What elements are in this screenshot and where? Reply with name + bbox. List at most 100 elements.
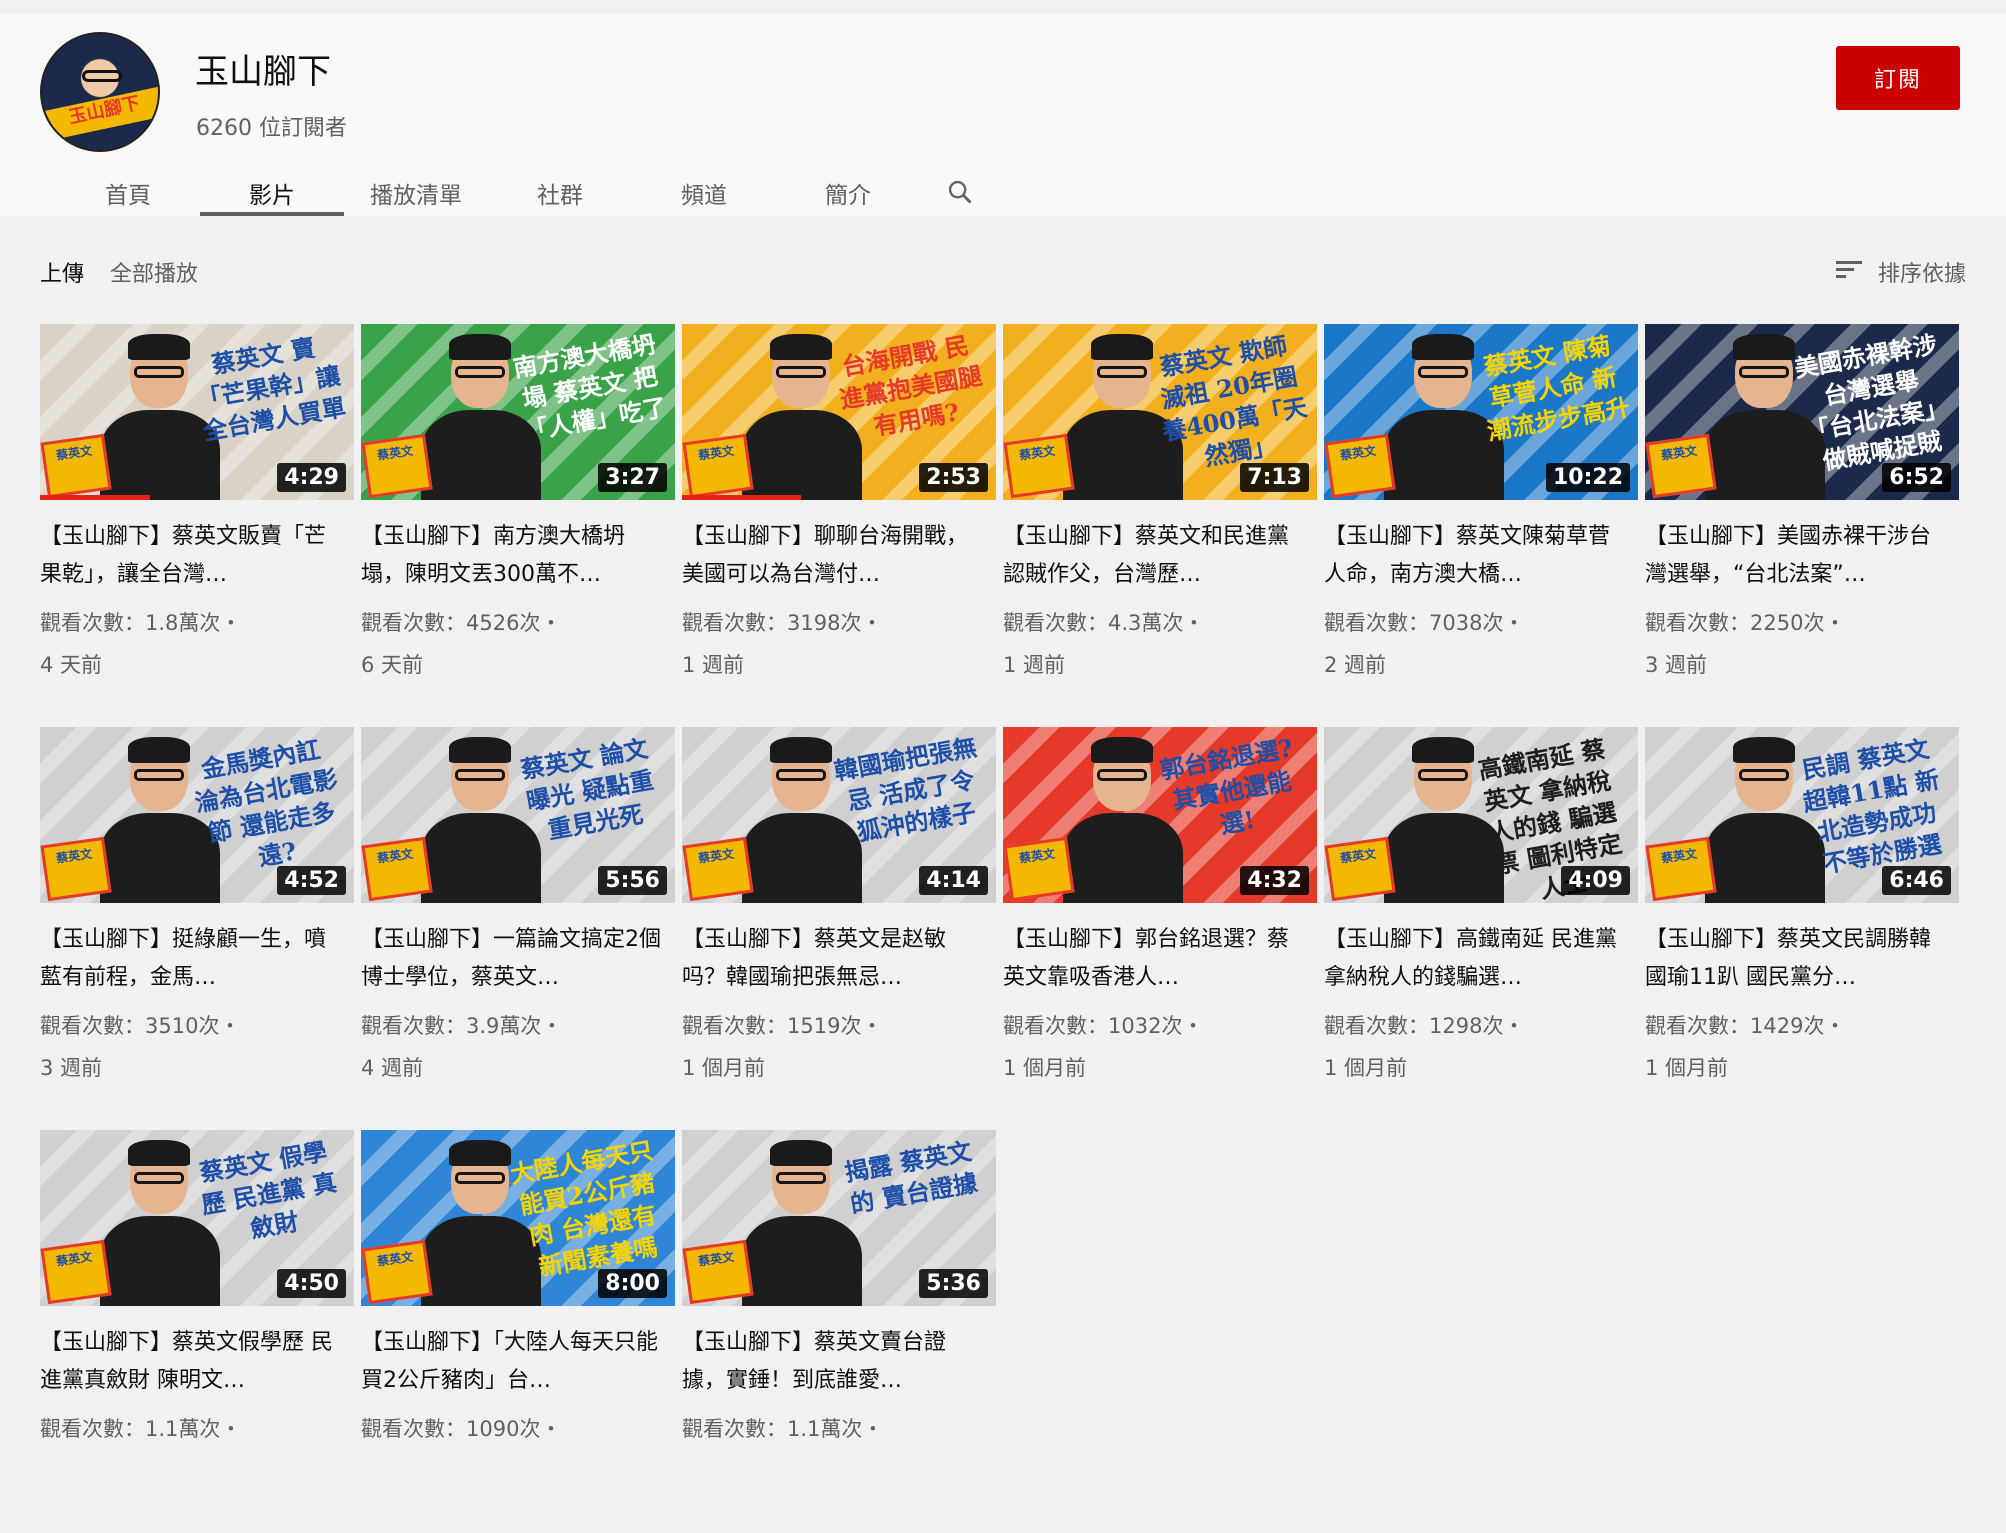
video-card[interactable]: 民調 蔡英文超韓11點 新北造勢成功 不等於勝選 蔡英文 6:46 【玉山腳下】… <box>1645 727 1959 1130</box>
video-duration: 4:50 <box>277 1269 346 1298</box>
tab-home[interactable]: 首頁 <box>56 160 200 216</box>
sort-button[interactable]: 排序依據 <box>1834 256 1966 288</box>
uploads-toolbar: 上傳 全部播放 <box>40 256 198 288</box>
video-title[interactable]: 【玉山腳下】蔡英文賣台證據，實錘！到底誰愛… <box>682 1324 996 1400</box>
upload-age: 4 週前 <box>361 1056 424 1080</box>
video-thumbnail[interactable]: 蔡英文 論文曝光 疑點重重見光死 蔡英文 5:56 <box>361 727 675 903</box>
video-card[interactable]: 蔡英文 陳菊 草菅人命 新潮流步步高升 蔡英文 10:22 【玉山腳下】蔡英文陳… <box>1324 324 1638 727</box>
video-card[interactable]: 蔡英文 論文曝光 疑點重重見光死 蔡英文 5:56 【玉山腳下】一篇論文搞定2個… <box>361 727 675 1130</box>
view-count: 觀看次數：3.9萬次・ <box>361 1014 563 1038</box>
video-meta: 觀看次數：3.9萬次・ 4 週前 <box>361 1005 675 1089</box>
video-title[interactable]: 【玉山腳下】高鐵南延 民進黨拿納稅人的錢騙選… <box>1324 921 1638 997</box>
view-count: 觀看次數：1429次・ <box>1645 1014 1846 1038</box>
video-thumbnail[interactable]: 蔡英文 假學歷 民進黨 真斂財 蔡英文 4:50 <box>40 1130 354 1306</box>
video-meta: 觀看次數：1.8萬次・ 4 天前 <box>40 602 354 686</box>
video-card[interactable]: 南方澳大橋坍塌 蔡英文 把「人權」吃了 蔡英文 3:27 【玉山腳下】南方澳大橋… <box>361 324 675 727</box>
thumbnail-logo-badge: 蔡英文 <box>1003 836 1075 902</box>
upload-age: 1 個月前 <box>1003 1056 1087 1080</box>
video-meta: 觀看次數：2250次・ 3 週前 <box>1645 602 1959 686</box>
upload-age: 2 週前 <box>1324 653 1387 677</box>
channel-avatar[interactable]: 玉山腳下 <box>40 32 160 152</box>
video-duration: 7:13 <box>1240 463 1309 492</box>
video-meta: 觀看次數：3510次・ 3 週前 <box>40 1005 354 1089</box>
tab-playlists[interactable]: 播放清單 <box>344 160 488 216</box>
thumbnail-logo-badge: 蔡英文 <box>361 836 433 902</box>
video-thumbnail[interactable]: 蔡英文 賣「芒果幹」讓全台灣人買單 蔡英文 4:29 <box>40 324 354 500</box>
video-card[interactable]: 蔡英文 欺師滅祖 20年圈養400萬「天然獨」 蔡英文 7:13 【玉山腳下】蔡… <box>1003 324 1317 727</box>
video-thumbnail[interactable]: 蔡英文 陳菊 草菅人命 新潮流步步高升 蔡英文 10:22 <box>1324 324 1638 500</box>
video-duration: 3:27 <box>598 463 667 492</box>
view-count: 觀看次數：4526次・ <box>361 611 562 635</box>
video-thumbnail[interactable]: 高鐵南延 蔡英文 拿納稅人的錢 騙選票 圖利特定人士 蔡英文 4:09 <box>1324 727 1638 903</box>
uploads-label: 上傳 <box>40 262 85 287</box>
watch-progress-bar <box>682 495 802 500</box>
video-thumbnail[interactable]: 蔡英文 欺師滅祖 20年圈養400萬「天然獨」 蔡英文 7:13 <box>1003 324 1317 500</box>
video-title[interactable]: 【玉山腳下】蔡英文假學歷 民進黨真斂財 陳明文… <box>40 1324 354 1400</box>
view-count: 觀看次數：1519次・ <box>682 1014 883 1038</box>
video-thumbnail[interactable]: 大陸人每天只能買2公斤豬肉 台灣還有新聞素養嗎 蔡英文 8:00 <box>361 1130 675 1306</box>
play-all-link[interactable]: 全部播放 <box>110 256 198 288</box>
video-title[interactable]: 【玉山腳下】美國赤裸干涉台灣選舉，“台北法案”… <box>1645 518 1959 594</box>
tab-videos[interactable]: 影片 <box>200 160 344 216</box>
video-thumbnail[interactable]: 民調 蔡英文超韓11點 新北造勢成功 不等於勝選 蔡英文 6:46 <box>1645 727 1959 903</box>
video-card[interactable]: 韓國瑜把張無忌 活成了令狐沖的樣子 蔡英文 4:14 【玉山腳下】蔡英文是赵敏吗… <box>682 727 996 1130</box>
upload-age: 1 週前 <box>682 653 745 677</box>
view-count: 觀看次數：2250次・ <box>1645 611 1846 635</box>
video-thumbnail[interactable]: 台海開戰 民進黨抱美國腿 有用嗎? 蔡英文 2:53 <box>682 324 996 500</box>
view-count: 觀看次數：4.3萬次・ <box>1003 611 1205 635</box>
sort-icon <box>1834 257 1864 287</box>
view-count: 觀看次數：1.1萬次・ <box>682 1417 884 1441</box>
thumbnail-logo-badge: 蔡英文 <box>40 1239 112 1305</box>
channel-name: 玉山腳下 <box>195 52 331 92</box>
video-title[interactable]: 【玉山腳下】蔡英文陳菊草菅人命，南方澳大橋… <box>1324 518 1638 594</box>
tab-about[interactable]: 簡介 <box>776 160 920 216</box>
video-card[interactable]: 台海開戰 民進黨抱美國腿 有用嗎? 蔡英文 2:53 【玉山腳下】聊聊台海開戰，… <box>682 324 996 727</box>
video-title[interactable]: 【玉山腳下】蔡英文和民進黨認賊作父，台灣歷… <box>1003 518 1317 594</box>
video-thumbnail[interactable]: 韓國瑜把張無忌 活成了令狐沖的樣子 蔡英文 4:14 <box>682 727 996 903</box>
video-meta: 觀看次數：1032次・ 1 個月前 <box>1003 1005 1317 1089</box>
video-title[interactable]: 【玉山腳下】郭台銘退選？蔡英文靠吸香港人… <box>1003 921 1317 997</box>
video-title[interactable]: 【玉山腳下】「大陸人每天只能買2公斤豬肉」台… <box>361 1324 675 1400</box>
video-thumbnail[interactable]: 揭露 蔡英文的 賣台證據 蔡英文 5:36 <box>682 1130 996 1306</box>
thumbnail-logo-badge: 蔡英文 <box>40 836 112 902</box>
video-grid: 蔡英文 賣「芒果幹」讓全台灣人買單 蔡英文 4:29 【玉山腳下】蔡英文販賣「芒… <box>40 324 1959 1533</box>
video-card[interactable]: 蔡英文 賣「芒果幹」讓全台灣人買單 蔡英文 4:29 【玉山腳下】蔡英文販賣「芒… <box>40 324 354 727</box>
video-duration: 6:52 <box>1882 463 1951 492</box>
video-card[interactable]: 大陸人每天只能買2公斤豬肉 台灣還有新聞素養嗎 蔡英文 8:00 【玉山腳下】「… <box>361 1130 675 1533</box>
thumbnail-headline: 蔡英文 欺師滅祖 20年圈養400萬「天然獨」 <box>1157 330 1310 472</box>
video-title[interactable]: 【玉山腳下】挺綠顧一生，噴藍有前程，金馬… <box>40 921 354 997</box>
video-duration: 8:00 <box>598 1269 667 1298</box>
video-title[interactable]: 【玉山腳下】蔡英文民調勝韓國瑜11趴 國民黨分… <box>1645 921 1959 997</box>
video-title[interactable]: 【玉山腳下】聊聊台海開戰，美國可以為台灣付… <box>682 518 996 594</box>
video-card[interactable]: 高鐵南延 蔡英文 拿納稅人的錢 騙選票 圖利特定人士 蔡英文 4:09 【玉山腳… <box>1324 727 1638 1130</box>
video-thumbnail[interactable]: 南方澳大橋坍塌 蔡英文 把「人權」吃了 蔡英文 3:27 <box>361 324 675 500</box>
video-card[interactable]: 蔡英文 假學歷 民進黨 真斂財 蔡英文 4:50 【玉山腳下】蔡英文假學歷 民進… <box>40 1130 354 1533</box>
view-count: 觀看次數：7038次・ <box>1324 611 1525 635</box>
subscriber-count: 6260 位訂閱者 <box>196 116 347 141</box>
video-meta: 觀看次數：1298次・ 1 個月前 <box>1324 1005 1638 1089</box>
video-title[interactable]: 【玉山腳下】南方澳大橋坍塌，陳明文丟300萬不… <box>361 518 675 594</box>
view-count: 觀看次數：3510次・ <box>40 1014 241 1038</box>
video-title[interactable]: 【玉山腳下】一篇論文搞定2個博士學位，蔡英文… <box>361 921 675 997</box>
video-meta: 觀看次數：1090次・ <box>361 1408 675 1450</box>
video-card[interactable]: 美國赤裸幹涉台灣選舉 「台北法案」做賊喊捉賊 蔡英文 6:52 【玉山腳下】美國… <box>1645 324 1959 727</box>
thumbnail-logo-badge: 蔡英文 <box>40 433 112 499</box>
video-thumbnail[interactable]: 金馬獎內訌 淪為台北電影節 還能走多遠? 蔡英文 4:52 <box>40 727 354 903</box>
upload-age: 1 個月前 <box>1645 1056 1729 1080</box>
video-title[interactable]: 【玉山腳下】蔡英文是赵敏吗？韓國瑜把張無忌… <box>682 921 996 997</box>
upload-age: 4 天前 <box>40 653 103 677</box>
video-thumbnail[interactable]: 郭台銘退選? 其實他還能選! 蔡英文 4:32 <box>1003 727 1317 903</box>
tab-channels[interactable]: 頻道 <box>632 160 776 216</box>
video-meta: 觀看次數：1.1萬次・ <box>40 1408 354 1450</box>
thumbnail-logo-badge: 蔡英文 <box>1645 836 1717 902</box>
video-card[interactable]: 郭台銘退選? 其實他還能選! 蔡英文 4:32 【玉山腳下】郭台銘退選？蔡英文靠… <box>1003 727 1317 1130</box>
subscribe-button[interactable]: 訂閱 <box>1836 46 1960 110</box>
view-count: 觀看次數：1298次・ <box>1324 1014 1525 1038</box>
video-card[interactable]: 金馬獎內訌 淪為台北電影節 還能走多遠? 蔡英文 4:52 【玉山腳下】挺綠顧一… <box>40 727 354 1130</box>
video-title[interactable]: 【玉山腳下】蔡英文販賣「芒果乾」，讓全台灣… <box>40 518 354 594</box>
video-duration: 2:53 <box>919 463 988 492</box>
video-card[interactable]: 揭露 蔡英文的 賣台證據 蔡英文 5:36 【玉山腳下】蔡英文賣台證據，實錘！到… <box>682 1130 996 1533</box>
tab-community[interactable]: 社群 <box>488 160 632 216</box>
search-icon[interactable] <box>920 160 1000 216</box>
video-thumbnail[interactable]: 美國赤裸幹涉台灣選舉 「台北法案」做賊喊捉賊 蔡英文 6:52 <box>1645 324 1959 500</box>
